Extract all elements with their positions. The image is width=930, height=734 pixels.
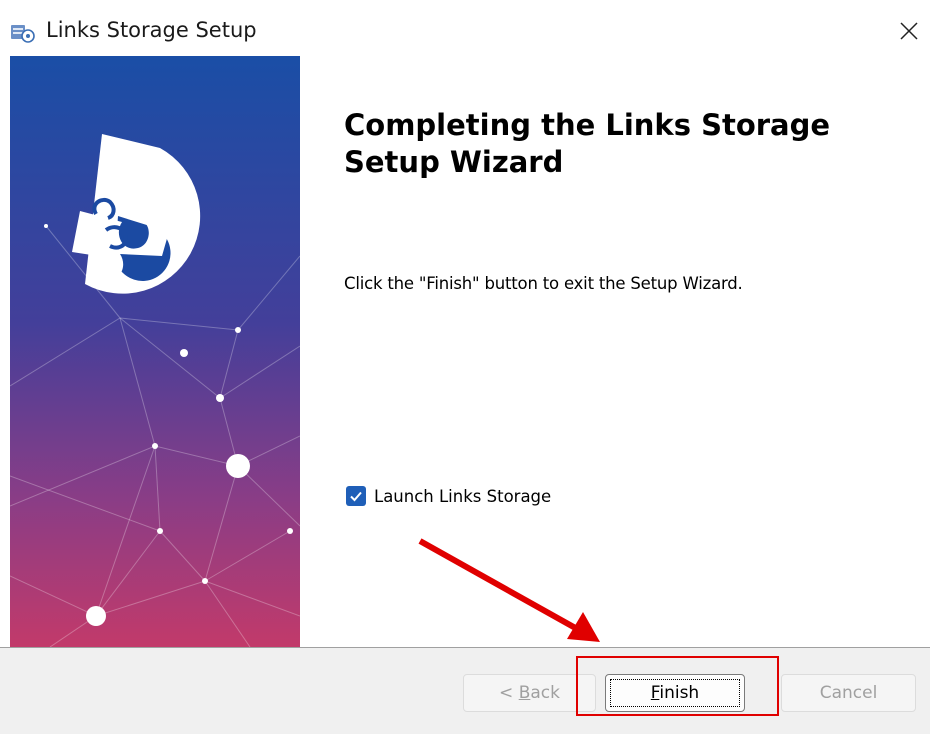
cancel-button[interactable]: Cancel	[781, 674, 916, 712]
page-heading: Completing the Links Storage Setup Wizar…	[344, 108, 831, 179]
finish-highlight-box	[576, 656, 779, 716]
title-bar: Links Storage Setup	[0, 0, 930, 56]
checkmark-icon	[350, 491, 362, 502]
back-button-label: < Back	[499, 683, 560, 703]
instruction-text: Click the "Finish" button to exit the Se…	[344, 274, 743, 293]
wizard-banner	[10, 56, 300, 647]
close-button[interactable]	[892, 14, 926, 48]
close-icon	[900, 22, 918, 40]
window-title: Links Storage Setup	[46, 18, 257, 42]
launch-app-checkbox-row[interactable]: Launch Links Storage	[346, 486, 551, 506]
launch-app-checkbox[interactable]	[346, 486, 366, 506]
launch-app-label: Launch Links Storage	[374, 486, 552, 506]
puzzle-piece-network-illustration	[10, 56, 300, 647]
setup-installer-icon	[11, 25, 35, 43]
